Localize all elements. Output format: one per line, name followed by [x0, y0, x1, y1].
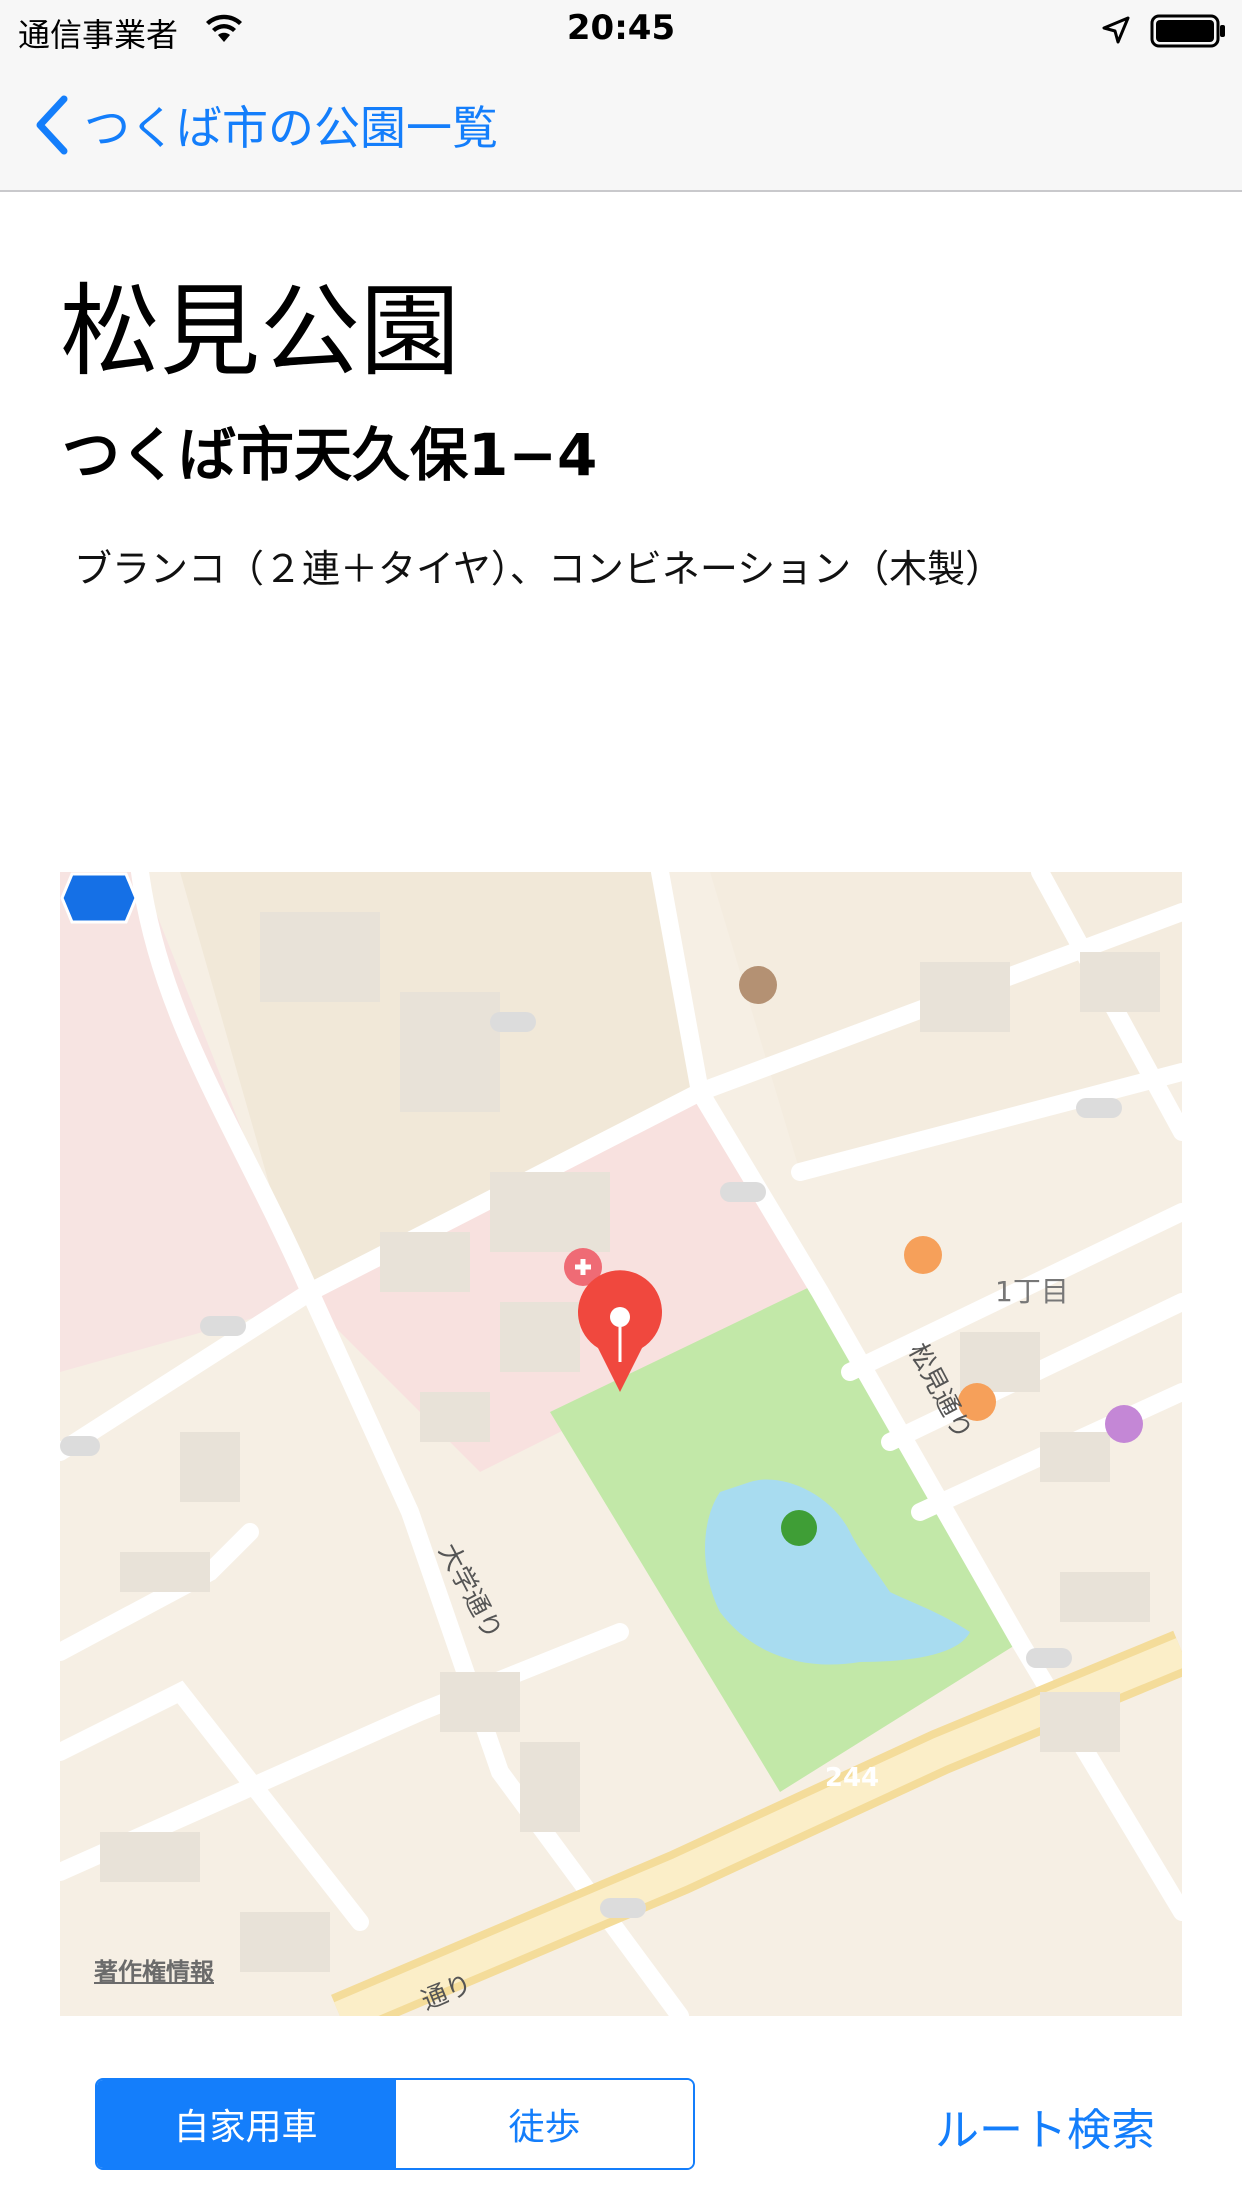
park-name: 松見公園 [60, 273, 460, 390]
transport-mode-segmented-control: 自家用車 徒歩 [95, 2078, 695, 2170]
navigation-bar: つくば市の公園一覧 [0, 62, 1242, 192]
park-address: つくば市天久保1−4 [62, 421, 598, 489]
segment-walk[interactable]: 徒歩 [394, 2080, 693, 2168]
park-tree-icon [781, 1510, 817, 1546]
school-icon [739, 966, 777, 1004]
music-venue-icon [1105, 1405, 1143, 1443]
back-button[interactable]: つくば市の公園一覧 [30, 90, 498, 160]
area-label: 1丁目 [995, 1275, 1069, 1308]
status-bar: 通信事業者 20:45 [0, 0, 1242, 62]
map-view[interactable]: 1丁目 松見通り 大学通り 通り 244 著作権情報 [60, 872, 1182, 2016]
map-canvas [60, 872, 1182, 2016]
segment-car[interactable]: 自家用車 [97, 2080, 394, 2168]
back-button-label: つくば市の公園一覧 [84, 101, 498, 155]
route-number: 244 [824, 1763, 880, 1793]
route-search-button[interactable]: ルート検索 [935, 2094, 1155, 2158]
map-copyright-link[interactable]: 著作権情報 [94, 1952, 214, 1987]
chevron-left-icon [36, 95, 68, 155]
location-arrow-icon [1102, 16, 1130, 44]
battery-icon [1150, 14, 1225, 48]
route-shield-icon [60, 872, 138, 924]
park-equipment: ブランコ（２連＋タイヤ）、コンビネーション（木製） [74, 547, 1004, 591]
clock: 20:45 [566, 8, 676, 48]
restaurant-icon [904, 1236, 942, 1274]
